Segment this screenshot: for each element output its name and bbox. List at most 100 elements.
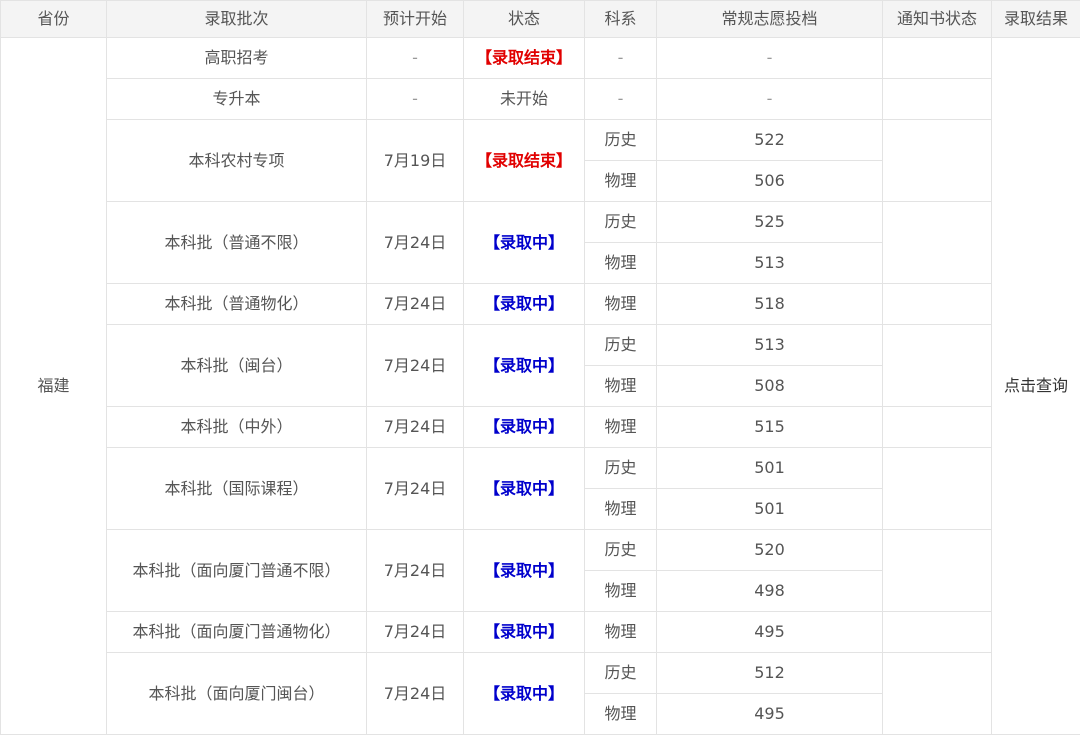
header-province: 省份 [0,0,107,38]
province-cell: 福建 [0,37,107,735]
score-cell: 513 [656,324,883,366]
status-badge: 【录取结束】 [475,48,572,67]
subject-cell: - [584,37,657,79]
status-cell: 【录取中】 [463,406,585,448]
table-row: 本科农村专项 7月19日 【录取结束】 历史 522 [1,119,1080,202]
batch-cell: 本科批（面向厦门闽台） [106,652,367,735]
batch-cell: 本科批（国际课程） [106,447,367,530]
table-row: 专升本 - 未开始 - - [1,78,1080,120]
table-row: 本科批（闽台） 7月24日 【录取中】 历史 513 [1,324,1080,407]
notice-status-cell [882,406,992,448]
notice-status-cell [882,529,992,612]
subject-cell: 历史 [584,324,657,366]
status-badge: 【录取中】 [483,355,564,375]
table-row: 本科批（面向厦门普通物化） 7月24日 【录取中】 物理 495 [1,611,1080,653]
status-badge: 【录取结束】 [475,150,572,170]
subject-cell: 物理 [584,611,657,653]
status-cell: 【录取中】 [463,324,585,407]
admission-table: 省份 录取批次 预计开始 状态 科系 常规志愿投档 通知书状态 录取结果 福建高… [0,0,1080,735]
status-cell: 【录取中】 [463,283,585,325]
notice-status-cell [882,37,992,79]
subject-cell: 物理 [584,242,657,284]
table-row: 本科批（中外） 7月24日 【录取中】 物理 515 [1,406,1080,448]
header-batch: 录取批次 [106,0,367,38]
notice-status-cell [882,447,992,530]
start-date-cell: 7月24日 [366,611,464,653]
notice-status-cell [882,78,992,120]
start-date-cell: - [366,37,464,79]
notice-status-cell [882,283,992,325]
status-badge: 【录取中】 [483,683,564,703]
score-cell: 498 [656,570,883,612]
status-badge: 【录取中】 [483,560,564,580]
status-badge: 【录取中】 [483,478,564,498]
status-badge: 【录取中】 [483,294,564,313]
subject-cell: 物理 [584,406,657,448]
notice-status-cell [882,324,992,407]
start-date-cell: 7月24日 [366,447,464,530]
score-cell: 525 [656,201,883,243]
start-date-cell: 7月24日 [366,324,464,407]
batch-cell: 本科批（面向厦门普通物化） [106,611,367,653]
subject-cell: 物理 [584,488,657,530]
score-cell: 518 [656,283,883,325]
subject-cell: 物理 [584,570,657,612]
subject-cell: 物理 [584,693,657,735]
start-date-cell: - [366,78,464,120]
result-cell: 点击查询 [991,37,1080,735]
batch-cell: 本科批（普通物化） [106,283,367,325]
batch-cell: 本科批（面向厦门普通不限） [106,529,367,612]
table-header-row: 省份 录取批次 预计开始 状态 科系 常规志愿投档 通知书状态 录取结果 [0,0,1080,38]
status-badge: 【录取中】 [483,232,564,252]
score-cell: - [656,37,883,79]
score-cell: 501 [656,488,883,530]
subject-cell: - [584,78,657,120]
batch-cell: 本科批（普通不限） [106,201,367,284]
status-cell: 【录取中】 [463,447,585,530]
notice-status-cell [882,652,992,735]
subject-cell: 物理 [584,160,657,202]
status-badge: 【录取中】 [483,417,564,436]
score-cell: 512 [656,652,883,694]
batch-cell: 本科批（中外） [106,406,367,448]
subject-cell: 历史 [584,447,657,489]
score-cell: 522 [656,119,883,161]
score-cell: 501 [656,447,883,489]
batch-cell: 高职招考 [106,37,367,79]
header-result: 录取结果 [991,0,1080,38]
table-row: 本科批（普通物化） 7月24日 【录取中】 物理 518 [1,283,1080,325]
subject-cell: 物理 [584,283,657,325]
notice-status-cell [882,201,992,284]
status-badge: 未开始 [499,89,548,108]
table-row: 本科批（国际课程） 7月24日 【录取中】 历史 501 [1,447,1080,530]
score-cell: 520 [656,529,883,571]
table-body: 福建 高职招考 - 【录取结束】 - - 点击查询 专升本 - 未开始 - - 本科农村专项 7月19日【… [0,37,1080,735]
subject-cell: 历史 [584,119,657,161]
start-date-cell: 7月24日 [366,529,464,612]
status-cell: 【录取结束】 [463,37,585,79]
status-cell: 【录取中】 [463,611,585,653]
table-row: 本科批（普通不限） 7月24日 【录取中】 历史 525 [1,201,1080,284]
score-cell: 515 [656,406,883,448]
status-cell: 【录取中】 [463,652,585,735]
score-cell: 508 [656,365,883,407]
score-cell: 513 [656,242,883,284]
notice-status-cell [882,611,992,653]
subject-cell: 历史 [584,652,657,694]
subject-cell: 历史 [584,529,657,571]
score-cell: 506 [656,160,883,202]
start-date-cell: 7月24日 [366,283,464,325]
batch-cell: 本科农村专项 [106,119,367,202]
table-row: 本科批（面向厦门闽台） 7月24日 【录取中】 历史 512 [1,652,1080,735]
score-cell: 495 [656,693,883,735]
batch-cell: 本科批（闽台） [106,324,367,407]
subject-cell: 历史 [584,201,657,243]
header-status: 状态 [463,0,585,38]
status-cell: 【录取中】 [463,201,585,284]
header-subject: 科系 [584,0,657,38]
status-cell: 未开始 [463,78,585,120]
batch-cell: 专升本 [106,78,367,120]
query-result-link[interactable]: 点击查询 [1004,376,1068,395]
header-score: 常规志愿投档 [656,0,883,38]
subject-cell: 物理 [584,365,657,407]
